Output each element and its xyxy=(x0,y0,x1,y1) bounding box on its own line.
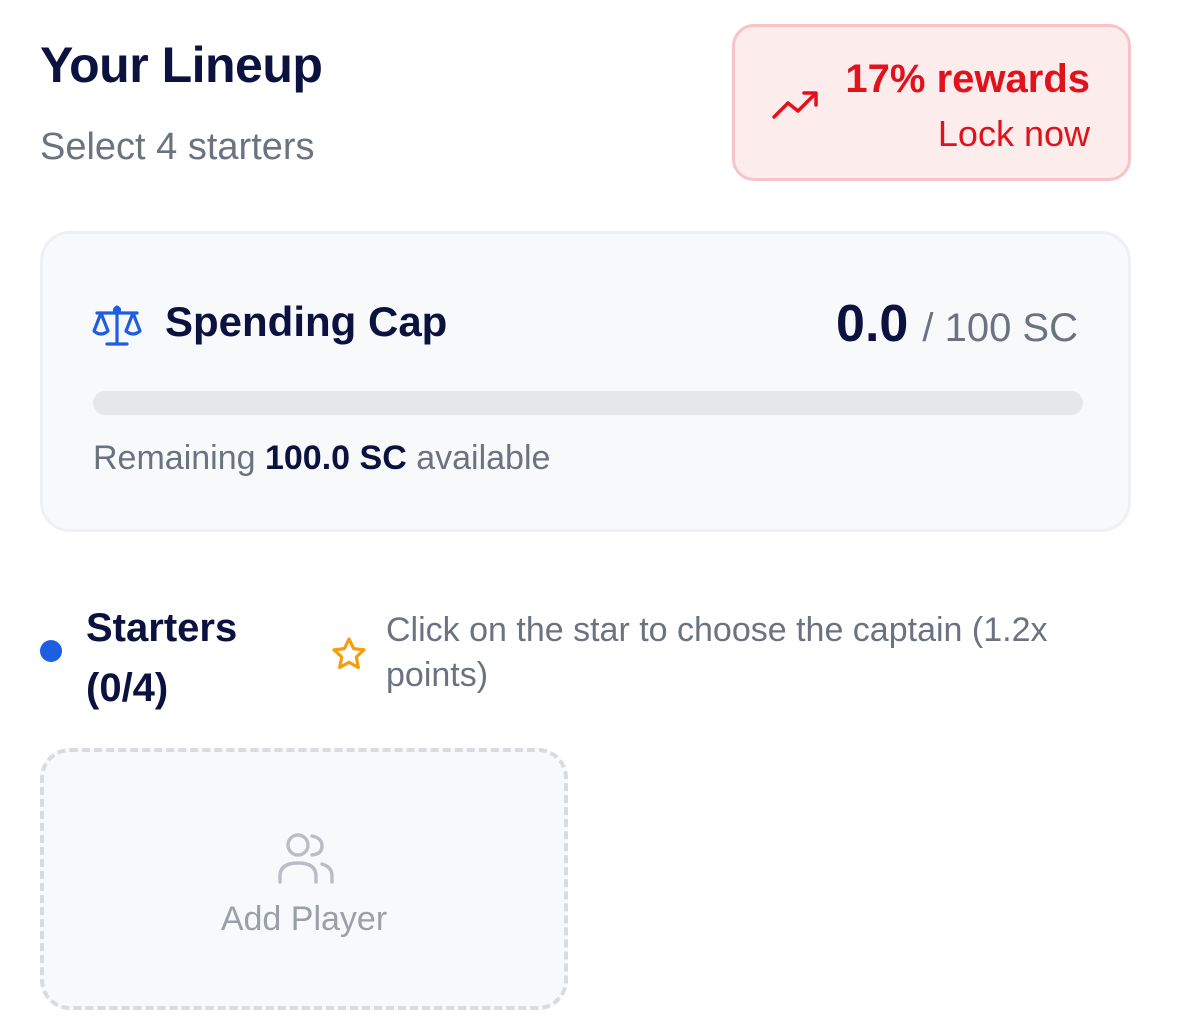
spending-total-value: / 100 SC xyxy=(922,306,1078,350)
remaining-suffix: available xyxy=(416,439,551,477)
starters-count-label: Starters (0/4) xyxy=(86,606,238,710)
remaining-text: Remaining 100.0 SC available xyxy=(93,439,550,478)
spending-progress-bar xyxy=(93,391,1083,415)
page-title: Your Lineup xyxy=(40,37,323,93)
page-subtitle: Select 4 starters xyxy=(40,126,315,168)
spending-cap-label: Spending Cap xyxy=(165,298,448,345)
spending-cap-card: Spending Cap 0.0 / 100 SC Remaining 100.… xyxy=(40,231,1131,532)
rewards-percent: 17% rewards xyxy=(845,57,1090,101)
remaining-prefix: Remaining xyxy=(93,439,256,477)
spending-cap-amount: 0.0 / 100 SC xyxy=(836,294,1078,354)
scale-icon xyxy=(92,305,142,346)
lineup-page: Your Lineup Select 4 starters 17% reward… xyxy=(0,0,1200,1024)
users-icon xyxy=(278,833,334,884)
lock-now-label: Lock now xyxy=(937,113,1090,154)
spending-used-value: 0.0 xyxy=(836,295,909,353)
star-icon xyxy=(332,637,366,670)
trending-up-icon xyxy=(772,91,818,119)
remaining-value: 100.0 SC xyxy=(264,439,407,477)
captain-hint: Click on the star to choose the captain … xyxy=(386,611,1048,694)
add-player-button[interactable]: Add Player xyxy=(40,748,568,1010)
add-player-label: Add Player xyxy=(220,900,388,938)
rewards-lock-button[interactable]: 17% rewards Lock now xyxy=(732,24,1131,181)
starters-indicator-dot xyxy=(40,640,62,662)
